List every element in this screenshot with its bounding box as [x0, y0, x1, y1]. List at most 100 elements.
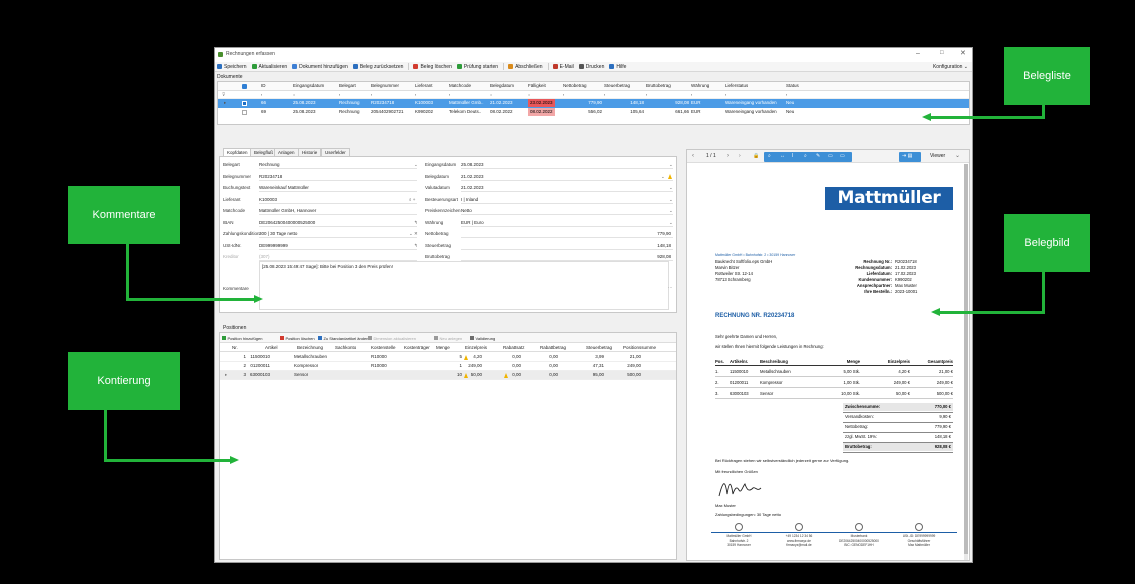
annotation-tool-icon[interactable]: ↔ [780, 153, 785, 159]
field-input[interactable]: DE999999999 [259, 242, 417, 250]
field-input[interactable]: 148,18 [461, 242, 673, 250]
column-header[interactable]: Sachkonto [335, 344, 356, 352]
filter-operator[interactable]: ▪ [604, 91, 605, 99]
column-header[interactable]: Artikel [265, 344, 278, 352]
position-cell[interactable]: 1 [236, 353, 246, 361]
field-action-icon[interactable]: ⌕ + [409, 196, 415, 204]
maximize-icon[interactable]: □ [940, 50, 944, 56]
filter-operator[interactable]: ▪ [725, 91, 726, 99]
dropdown-icon[interactable]: ⌄ [669, 161, 673, 169]
tab-belegfluß[interactable]: Belegfluß [250, 148, 278, 156]
more-icon[interactable]: … [668, 283, 673, 291]
position-cell[interactable]: R10000 [371, 362, 387, 370]
toolbar-button-5[interactable]: Prüfung starten [456, 64, 498, 70]
field-input[interactable]: 300 | 30 Tage netto [259, 230, 417, 238]
position-row[interactable]: 2 01200011 Kompressor R10000 1 249,00 0,00 0,00… [220, 362, 676, 371]
filter-icon[interactable]: ⊽ [222, 91, 225, 99]
annotation-tool-icon[interactable]: ✎ [816, 153, 820, 159]
toolbar-button-9[interactable]: Hilfe [609, 64, 626, 70]
position-row[interactable]: 3 63000103 Sensor 10 50,00 0,00 0,00 95,00 500,0… [220, 371, 676, 380]
chevron-down-icon[interactable]: ⌄ [955, 152, 960, 159]
configuration-menu[interactable]: Konfiguration ⌄ [933, 64, 968, 70]
filter-operator[interactable]: ▪ [449, 91, 450, 99]
filter-operator[interactable]: ▪ [646, 91, 647, 99]
positions-toolbar-button[interactable]: Validierung [470, 335, 495, 342]
document-row[interactable]: 66 25.08.2023 Rechnung R20234718 K100003 Matt… [218, 99, 969, 108]
filter-operator[interactable]: ▪ [786, 91, 787, 99]
positions-toolbar-button[interactable]: Position löschen [280, 335, 315, 342]
field-input[interactable]: 779,90 [461, 230, 673, 238]
column-header[interactable]: Nr. [232, 344, 238, 352]
filter-operator[interactable]: ▪ [339, 91, 340, 99]
field-input[interactable]: R20234718 [259, 173, 417, 181]
row-checkbox[interactable] [242, 110, 247, 115]
tab-historie[interactable]: Historie [298, 148, 322, 156]
column-header[interactable]: Belegdatum [490, 82, 514, 90]
column-header[interactable]: Einzelpreis [465, 344, 487, 352]
annotation-tool-icon[interactable]: ▭ [828, 153, 833, 159]
field-action-icon[interactable]: ↰ [414, 219, 418, 227]
field-input[interactable]: Mattmüller GmbH, Hannover [259, 207, 417, 215]
row-checkbox[interactable] [242, 101, 247, 106]
field-action-icon[interactable]: ⌄ ✕ [409, 230, 418, 238]
field-input[interactable]: Netto [461, 207, 673, 215]
filter-operator[interactable]: ▪ [563, 91, 564, 99]
select-all-checkbox[interactable] [242, 84, 247, 89]
position-cell[interactable]: 0,00 [491, 362, 521, 370]
position-cell[interactable]: Metallschrauben [294, 353, 327, 361]
column-header[interactable]: Belegnummer [371, 82, 399, 90]
toolbar-button-3[interactable]: Beleg zurücksetzen [352, 64, 403, 70]
column-header[interactable]: Fälligkeit [528, 82, 546, 90]
field-input[interactable]: K100003 [259, 196, 417, 204]
scrollbar-thumb[interactable] [964, 164, 968, 554]
field-input[interactable]: 21.02.2023 [461, 184, 673, 192]
field-input[interactable]: I | Inland [461, 196, 673, 204]
filter-operator[interactable]: ▪ [261, 91, 262, 99]
position-cell[interactable]: 0,00 [491, 353, 521, 361]
tab-userfelder[interactable]: Userfelder [321, 148, 350, 156]
tab-anlagen[interactable]: Anlagen [274, 148, 299, 156]
column-header[interactable]: Positionssumme [623, 344, 656, 352]
toolbar-button-7[interactable]: E-Mail [552, 64, 574, 70]
field-input[interactable]: DE20642500400000525000 [259, 219, 417, 227]
position-row[interactable]: 1 11500010 Metallschrauben R10000 5 4,20 0,00 0… [220, 353, 676, 362]
position-cell[interactable]: 0,00 [518, 353, 558, 361]
positions-toolbar-button[interactable]: Zu Standardartikel ändern [318, 335, 370, 342]
position-cell[interactable]: 3 [236, 371, 246, 379]
column-header[interactable]: Bruttobetrag [646, 82, 671, 90]
toolbar-button-4[interactable]: Beleg löschen [413, 64, 452, 70]
dropdown-icon[interactable]: ⌄ [669, 219, 673, 227]
filter-operator[interactable]: ▪ [691, 91, 692, 99]
position-cell[interactable]: 01200011 [250, 362, 270, 370]
column-header[interactable]: Kostenstelle [371, 344, 396, 352]
field-action-icon[interactable]: ⌄ [414, 161, 418, 169]
dropdown-icon[interactable]: ⌄ [669, 207, 673, 215]
column-header[interactable]: Menge [436, 344, 450, 352]
column-header[interactable]: ID [261, 82, 266, 90]
tab-kopfdaten[interactable]: Kopfdaten [223, 148, 252, 156]
next-page-icon[interactable]: › [727, 153, 729, 159]
prev-page-icon[interactable]: ‹ [692, 153, 694, 159]
position-cell[interactable]: 21,00 [599, 353, 641, 361]
toolbar-button-0[interactable]: Speichern [217, 64, 247, 70]
column-header[interactable]: Matchcode [449, 82, 471, 90]
position-cell[interactable]: R10000 [371, 353, 387, 361]
column-header[interactable]: Lieferstatus [725, 82, 748, 90]
position-cell[interactable]: 249,00 [599, 362, 641, 370]
column-header[interactable]: Rabattbetrag [540, 344, 566, 352]
annotation-tool-icon[interactable]: I [792, 153, 793, 159]
column-header[interactable]: Steuerbetrag [604, 82, 630, 90]
column-header[interactable]: Kostenträger [404, 344, 430, 352]
column-header[interactable]: Währung [691, 82, 709, 90]
toolbar-button-2[interactable]: Dokument hinzufügen [292, 64, 348, 70]
annotation-tool-icon[interactable]: ⌕ [804, 153, 807, 159]
column-header[interactable]: Steuerbetrag [586, 344, 612, 352]
position-cell[interactable]: 500,00 [599, 371, 641, 379]
field-action-icon[interactable]: ↰ [414, 242, 418, 250]
filter-operator[interactable]: = [293, 91, 295, 99]
dropdown-icon[interactable]: ⌄ [669, 196, 673, 204]
annotation-tool-icon[interactable]: ▭ [840, 153, 845, 159]
split-view-icon[interactable]: ⇥ ▤ [902, 153, 912, 159]
next-page-icon[interactable]: › [739, 153, 741, 159]
position-cell[interactable]: Kompressor [294, 362, 318, 370]
